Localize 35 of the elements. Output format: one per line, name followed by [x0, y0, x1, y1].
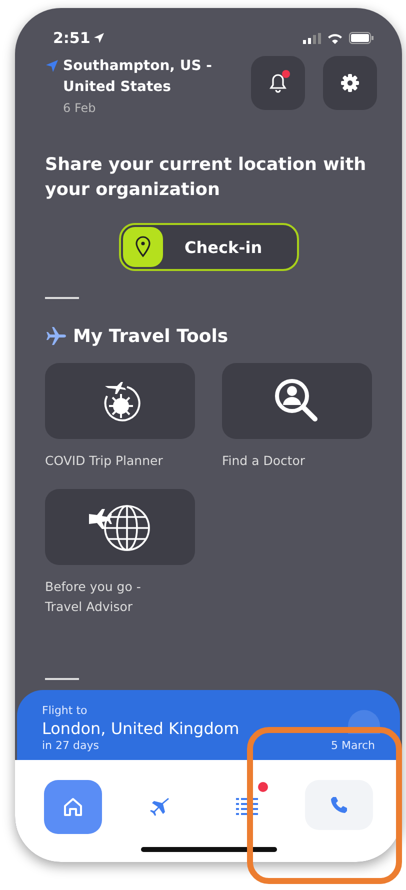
home-icon: [62, 796, 84, 818]
plane-icon: [148, 796, 171, 818]
plane-globe-icon: [87, 502, 153, 552]
location-name: Southampton, US - United States: [63, 57, 213, 97]
wifi-icon: [327, 32, 343, 44]
tool-label: Before you go - Travel Advisor: [45, 578, 142, 616]
tool-tile[interactable]: [45, 489, 195, 565]
share-location-prompt: Share your current location with your organization: [45, 154, 368, 202]
section-title: My Travel Tools: [73, 326, 228, 346]
flight-card[interactable]: Flight to London, United Kingdom in 27 days 5 March: [17, 690, 400, 760]
status-time: 2:51: [53, 29, 106, 47]
battery-icon: [349, 32, 374, 44]
flight-caption: Flight to: [42, 704, 88, 717]
phone-tab[interactable]: [305, 780, 374, 830]
list-icon: [236, 797, 258, 817]
tool-tile[interactable]: [222, 363, 372, 439]
flight-date: 5 March: [330, 739, 375, 752]
settings-icon: [340, 73, 360, 93]
flight-destination: London, United Kingdom: [42, 719, 240, 738]
flight-countdown: in 27 days: [42, 739, 99, 752]
check-in-button[interactable]: Check-in: [118, 223, 298, 271]
home-tab[interactable]: [44, 780, 102, 834]
plane-icon: [45, 325, 67, 347]
map-pin-icon: [134, 236, 150, 258]
location-date: 6 Feb: [63, 101, 97, 115]
tool-label: COVID Trip Planner: [45, 452, 164, 470]
tool-label: Find a Doctor: [222, 452, 306, 470]
location-arrow-icon: [93, 32, 106, 44]
location-arrow-icon: [45, 59, 59, 73]
signal-icon: [303, 32, 321, 44]
tool-tile[interactable]: [45, 363, 195, 439]
notifications-button[interactable]: [251, 56, 305, 110]
settings-button[interactable]: [323, 56, 377, 110]
phone-icon: [329, 795, 350, 815]
bell-icon: [269, 73, 287, 93]
